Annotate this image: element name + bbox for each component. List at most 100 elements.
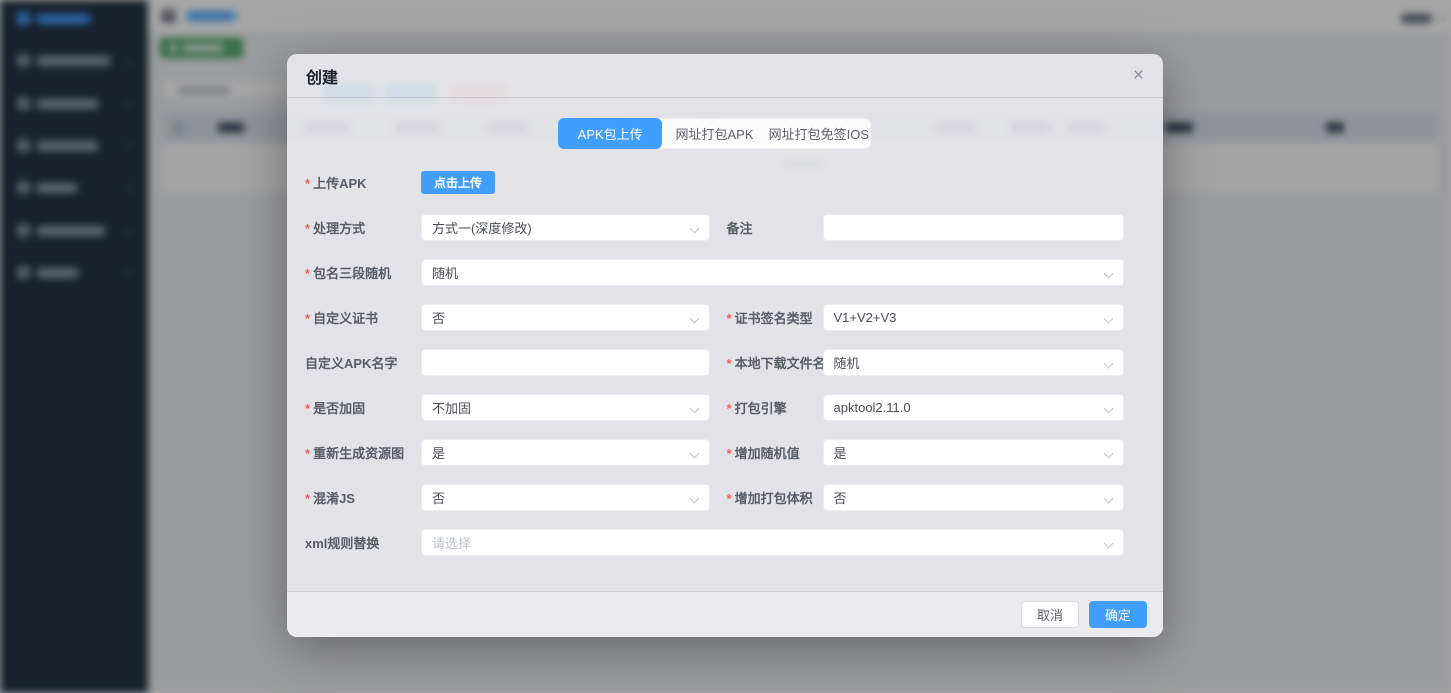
modal-form: *上传APK点击上传*处理方式方式一(深度修改)备注*包名三段随机随机*自定义证…: [305, 169, 1124, 556]
select-field[interactable]: 不加固: [421, 394, 710, 421]
required-asterisk: *: [727, 446, 732, 461]
field-label-text: 打包引擎: [735, 401, 787, 416]
field-label: 自定义APK名字: [305, 353, 421, 372]
form-row: *混淆JS否*增加打包体积否: [305, 484, 1124, 511]
create-dialog: 创建 × APK包上传 网址打包APK 网址打包免签IOS *上传APK点击上传…: [287, 54, 1163, 637]
field-value: apktool2.11.0: [834, 400, 911, 415]
required-asterisk: *: [305, 221, 310, 236]
chevron-down-icon: [689, 314, 699, 324]
chevron-down-icon: [689, 404, 699, 414]
field-label-text: 重新生成资源图: [313, 446, 404, 461]
select-field[interactable]: 请选择: [421, 529, 1124, 556]
form-row: *重新生成资源图是*增加随机值是: [305, 439, 1124, 466]
chevron-down-icon: [689, 224, 699, 234]
field-label-text: 自定义证书: [313, 311, 378, 326]
form-row: xml规则替换 请选择: [305, 529, 1124, 556]
field-label-text: 证书签名类型: [735, 311, 813, 326]
tab-apk-upload[interactable]: APK包上传: [558, 118, 662, 149]
field-label: *上传APK: [305, 173, 421, 192]
select-field[interactable]: V1+V2+V3: [823, 304, 1124, 331]
chevron-down-icon: [689, 494, 699, 504]
chevron-down-icon: [689, 449, 699, 459]
dialog-footer: 取消 确定: [287, 591, 1163, 637]
field-label: *是否加固: [305, 398, 421, 417]
field-label-text: 增加随机值: [735, 446, 800, 461]
required-asterisk: *: [727, 401, 732, 416]
field-label: *混淆JS: [305, 488, 421, 507]
required-asterisk: *: [305, 311, 310, 326]
chevron-down-icon: [1104, 404, 1114, 414]
field-label: *增加随机值: [727, 443, 823, 462]
form-row: *是否加固不加固*打包引擎apktool2.11.0: [305, 394, 1124, 421]
field-label: *增加打包体积: [727, 488, 823, 507]
required-asterisk: *: [727, 356, 732, 371]
field-value: 请选择: [432, 533, 471, 552]
required-asterisk: *: [305, 491, 310, 506]
field-label-text: 混淆JS: [313, 491, 355, 506]
select-field[interactable]: 否: [421, 304, 710, 331]
field-value: 否: [834, 488, 847, 507]
select-field[interactable]: 是: [421, 439, 710, 466]
upload-apk-button[interactable]: 点击上传: [421, 171, 495, 194]
chevron-down-icon: [1104, 359, 1114, 369]
select-field[interactable]: 随机: [823, 349, 1124, 376]
field-value: 方式一(深度修改): [432, 218, 532, 237]
required-asterisk: *: [727, 311, 732, 326]
required-asterisk: *: [305, 266, 310, 281]
field-label-text: 是否加固: [313, 401, 365, 416]
tab-url-pack-ios[interactable]: 网址打包免签IOS: [767, 118, 871, 149]
field-label: *包名三段随机: [305, 263, 421, 282]
select-field[interactable]: 方式一(深度修改): [421, 214, 710, 241]
field-label-text: 自定义APK名字: [305, 356, 397, 371]
field-label: *重新生成资源图: [305, 443, 421, 462]
select-field[interactable]: 否: [823, 484, 1124, 511]
field-label: *处理方式: [305, 218, 421, 237]
field-label: 备注: [727, 218, 823, 237]
close-icon[interactable]: ×: [1133, 66, 1144, 85]
select-field[interactable]: 随机: [421, 259, 1124, 286]
field-value: 随机: [834, 353, 860, 372]
chevron-down-icon: [1104, 539, 1114, 549]
text-input[interactable]: [421, 349, 710, 376]
form-row: *处理方式方式一(深度修改)备注: [305, 214, 1124, 241]
field-value: 否: [432, 488, 445, 507]
form-row: 自定义APK名字 *本地下载文件名随机: [305, 349, 1124, 376]
text-input[interactable]: [823, 214, 1124, 241]
dialog-body: APK包上传 网址打包APK 网址打包免签IOS *上传APK点击上传*处理方式…: [287, 98, 1163, 556]
field-label: xml规则替换: [305, 533, 421, 552]
field-value: 是: [432, 443, 445, 462]
required-asterisk: *: [305, 176, 310, 191]
field-label-text: 增加打包体积: [735, 491, 813, 506]
field-value: 不加固: [432, 398, 471, 417]
required-asterisk: *: [305, 401, 310, 416]
field-label-text: 本地下载文件名: [735, 356, 826, 371]
field-label: *证书签名类型: [727, 308, 823, 327]
field-label-text: 处理方式: [313, 221, 365, 236]
required-asterisk: *: [305, 446, 310, 461]
field-label: *打包引擎: [727, 398, 823, 417]
field-value: 随机: [432, 263, 458, 282]
field-value: V1+V2+V3: [834, 310, 897, 325]
dialog-title: 创建: [306, 64, 338, 88]
tab-url-pack-apk[interactable]: 网址打包APK: [662, 118, 766, 149]
chevron-down-icon: [1104, 314, 1114, 324]
chevron-down-icon: [1104, 449, 1114, 459]
form-row: *自定义证书否*证书签名类型V1+V2+V3: [305, 304, 1124, 331]
tab-bar: APK包上传 网址打包APK 网址打包免签IOS: [558, 118, 871, 149]
field-label-text: xml规则替换: [305, 536, 379, 551]
chevron-down-icon: [1104, 494, 1114, 504]
select-field[interactable]: 是: [823, 439, 1124, 466]
cancel-button[interactable]: 取消: [1021, 601, 1079, 628]
form-row: *上传APK点击上传: [305, 169, 1124, 196]
required-asterisk: *: [727, 491, 732, 506]
dialog-header: 创建 ×: [287, 54, 1163, 98]
chevron-down-icon: [1104, 269, 1114, 279]
field-label: *自定义证书: [305, 308, 421, 327]
field-label-text: 上传APK: [313, 176, 366, 191]
confirm-button[interactable]: 确定: [1089, 601, 1147, 628]
field-label-text: 包名三段随机: [313, 266, 391, 281]
field-label-text: 备注: [727, 221, 753, 236]
field-value: 是: [834, 443, 847, 462]
select-field[interactable]: 否: [421, 484, 710, 511]
select-field[interactable]: apktool2.11.0: [823, 394, 1124, 421]
